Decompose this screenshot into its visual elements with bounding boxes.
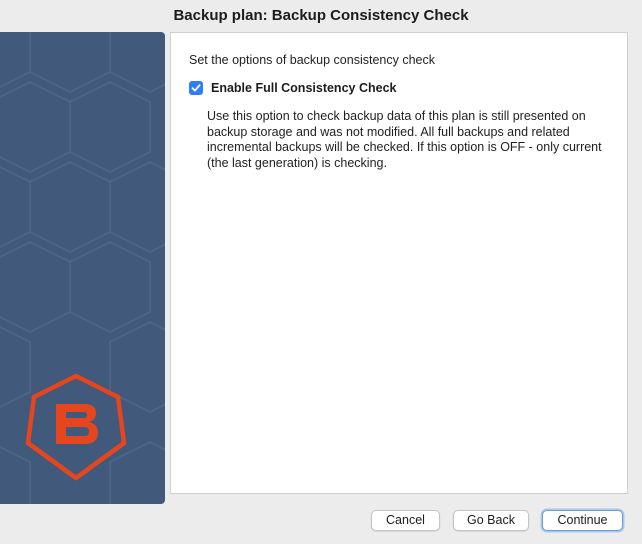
option-description: Use this option to check backup data of …: [207, 109, 602, 170]
options-panel: Set the options of backup consistency ch…: [170, 32, 628, 494]
sidebar-graphic: [0, 32, 165, 504]
hexagon-pattern: [0, 32, 165, 504]
go-back-button[interactable]: Go Back: [453, 510, 529, 531]
full-consistency-check-row[interactable]: Enable Full Consistency Check: [189, 81, 396, 95]
checkmark-icon: [191, 84, 201, 92]
continue-button[interactable]: Continue: [542, 510, 623, 531]
full-consistency-checkbox-label[interactable]: Enable Full Consistency Check: [211, 81, 396, 95]
full-consistency-checkbox[interactable]: [189, 81, 203, 95]
cancel-button[interactable]: Cancel: [371, 510, 440, 531]
section-intro-text: Set the options of backup consistency ch…: [189, 53, 435, 67]
window-title: Backup plan: Backup Consistency Check: [173, 7, 469, 24]
